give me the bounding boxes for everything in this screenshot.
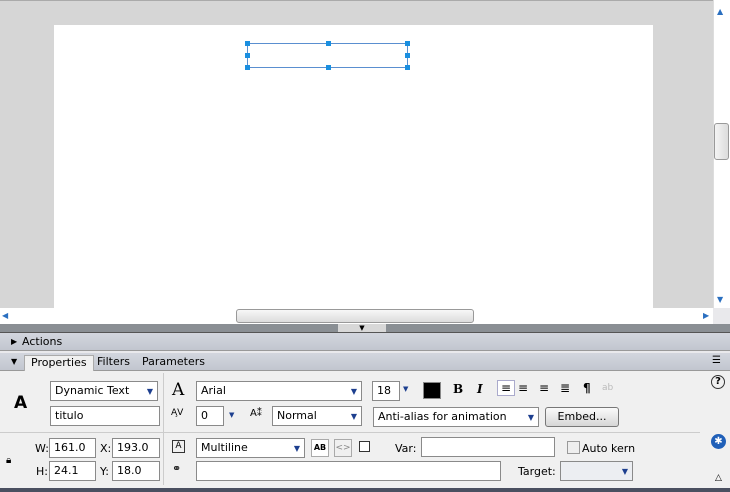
align-center-icon[interactable]: ≡ <box>518 381 528 395</box>
resize-handle[interactable] <box>405 65 410 70</box>
auto-kern-label: Auto kern <box>582 442 636 455</box>
selected-text-field[interactable] <box>245 41 410 70</box>
target-select[interactable] <box>560 461 633 481</box>
letter-spacing-icon: A̧V <box>171 408 184 418</box>
collapse-icon[interactable]: ▼ <box>11 357 17 366</box>
scroll-down-icon[interactable]: ▼ <box>717 296 723 304</box>
lock-icon[interactable]: 🔒︎ <box>6 455 11 466</box>
bottom-border <box>0 488 730 492</box>
help-icon[interactable]: ? <box>711 375 725 389</box>
tab-properties[interactable]: Properties <box>24 355 94 372</box>
x-label: X: <box>100 442 112 455</box>
divider <box>0 432 700 433</box>
properties-panel-header: ▼ Properties Filters Parameters ☰ <box>0 353 730 372</box>
tab-filters[interactable]: Filters <box>97 355 130 368</box>
var-label: Var: <box>395 442 417 455</box>
scroll-left-icon[interactable]: ◀ <box>2 312 8 320</box>
instance-name-input[interactable]: titulo <box>50 406 160 426</box>
resize-handle[interactable] <box>405 41 410 46</box>
actions-label: Actions <box>22 335 63 348</box>
expand-icon: ▶ <box>11 337 18 346</box>
show-border-icon[interactable] <box>359 441 370 452</box>
selectable-icon[interactable]: AB <box>311 439 329 457</box>
panel-options-icon[interactable]: ☰ <box>712 355 721 366</box>
resize-handle[interactable] <box>245 41 250 46</box>
horizontal-scroll-thumb[interactable] <box>236 309 474 323</box>
text-tool-icon: A <box>14 393 28 413</box>
resize-handle[interactable] <box>326 41 331 46</box>
embed-button[interactable]: Embed... <box>545 407 619 427</box>
letter-spacing-input[interactable]: 0 <box>196 406 224 426</box>
resize-handle[interactable] <box>405 53 410 58</box>
vertical-scroll-thumb[interactable] <box>714 123 729 160</box>
italic-icon[interactable]: I <box>477 382 483 396</box>
resize-handle[interactable] <box>326 65 331 70</box>
tab-parameters[interactable]: Parameters <box>142 355 205 368</box>
bold-icon[interactable]: B <box>453 382 463 396</box>
font-size-input[interactable]: 18 <box>372 381 400 401</box>
font-icon: A <box>172 380 185 400</box>
url-link-input[interactable] <box>196 461 501 481</box>
font-select[interactable]: Arial <box>196 381 362 401</box>
y-input[interactable]: 18.0 <box>112 461 160 481</box>
justify-icon[interactable]: ≣ <box>560 381 570 395</box>
text-type-select[interactable]: Dynamic Text <box>50 381 158 401</box>
scroll-right-icon[interactable]: ▶ <box>703 312 709 320</box>
font-size-dropdown-icon[interactable]: ▼ <box>403 385 408 393</box>
var-input[interactable] <box>421 437 555 457</box>
character-position-icon: A⁑ <box>250 408 262 419</box>
line-type-icon: A <box>172 440 185 453</box>
resize-handle[interactable] <box>245 65 250 70</box>
height-label: H: <box>36 465 48 478</box>
width-label: W: <box>35 442 49 455</box>
line-type-select[interactable]: Multiline <box>196 438 305 458</box>
accessibility-icon[interactable]: ✱ <box>711 434 726 449</box>
auto-kern-checkbox[interactable] <box>567 441 580 454</box>
text-direction-icon: ab <box>602 383 614 393</box>
y-label: Y: <box>100 465 109 478</box>
collapse-panel-button[interactable]: ▼ <box>338 324 386 332</box>
scroll-up-icon[interactable]: ▲ <box>717 8 723 16</box>
divider <box>163 373 164 485</box>
x-input[interactable]: 193.0 <box>112 438 160 458</box>
letter-spacing-dropdown-icon[interactable]: ▼ <box>229 411 234 419</box>
actions-panel-header[interactable]: ▶ Actions <box>0 333 730 351</box>
text-color-swatch[interactable] <box>423 382 441 399</box>
width-input[interactable]: 161.0 <box>49 438 96 458</box>
paragraph-format-icon[interactable]: ¶ <box>583 381 591 395</box>
target-label: Target: <box>518 465 556 478</box>
expand-panel-icon[interactable]: △ <box>715 473 722 483</box>
resize-handle[interactable] <box>245 53 250 58</box>
link-icon: ⚭ <box>172 462 182 475</box>
render-as-html-icon[interactable]: <> <box>334 439 352 457</box>
anti-alias-select[interactable]: Anti-alias for animation <box>373 407 539 427</box>
height-input[interactable]: 24.1 <box>49 461 96 481</box>
align-left-icon[interactable]: ≡ <box>497 380 515 396</box>
character-position-select[interactable]: Normal <box>272 406 362 426</box>
align-right-icon[interactable]: ≡ <box>539 381 549 395</box>
